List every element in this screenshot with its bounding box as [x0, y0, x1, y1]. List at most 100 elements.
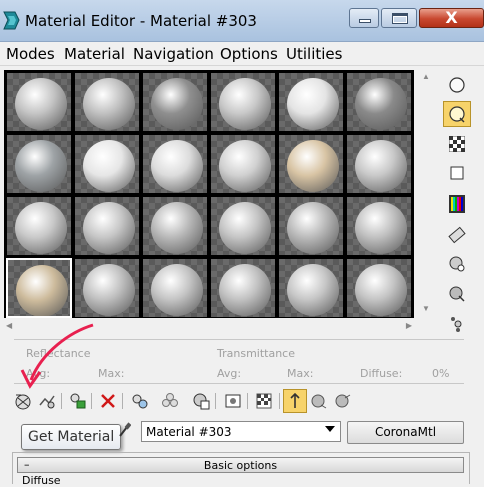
material-sphere — [16, 265, 68, 316]
backlight-button[interactable] — [443, 101, 471, 127]
material-sphere — [287, 264, 339, 316]
get-material-button[interactable] — [11, 389, 35, 413]
options-button[interactable] — [443, 251, 471, 277]
sample-slot[interactable] — [142, 258, 208, 318]
sphere-options-icon — [449, 256, 465, 272]
delete-x-icon — [101, 394, 115, 408]
sample-slot[interactable] — [346, 258, 412, 318]
material-name-field[interactable]: Material #303 — [141, 421, 341, 442]
put-to-library-button[interactable] — [158, 389, 182, 413]
material-type-button[interactable]: CoronaMtl — [347, 421, 464, 444]
video-color-check-button[interactable] — [443, 191, 471, 217]
sample-slot[interactable] — [210, 258, 276, 318]
material-sphere — [151, 140, 203, 192]
toolbar-separator — [279, 393, 280, 409]
material-sphere — [219, 264, 271, 316]
menu-options[interactable]: Options — [220, 45, 278, 63]
material-id-icon — [193, 393, 210, 410]
sample-slot[interactable] — [74, 196, 140, 256]
maximize-button[interactable] — [381, 8, 417, 28]
material-sphere — [83, 78, 135, 130]
scroll-down-arrow[interactable]: ▼ — [422, 304, 430, 313]
film-icon — [448, 226, 466, 244]
material-sphere — [355, 140, 407, 192]
material-effects-button[interactable] — [331, 389, 355, 413]
make-preview-button[interactable] — [443, 222, 471, 248]
uv-tiling-button[interactable] — [443, 160, 471, 186]
material-name-value: Material #303 — [146, 425, 232, 439]
window-title: Material Editor - Material #303 — [25, 12, 257, 30]
menu-bar: Modes Material Navigation Options Utilit… — [0, 42, 484, 66]
minimize-button[interactable] — [349, 8, 379, 28]
show-shaded-material-button[interactable] — [221, 389, 245, 413]
toolbar-separator — [215, 393, 216, 409]
sample-slot[interactable] — [278, 196, 344, 256]
material-sphere — [15, 78, 67, 130]
sample-slot[interactable] — [74, 72, 140, 132]
sample-slot[interactable] — [6, 258, 72, 318]
go-to-parent-button[interactable] — [283, 389, 307, 413]
sample-slot[interactable] — [142, 72, 208, 132]
sample-slot[interactable] — [278, 258, 344, 318]
select-material-icon — [449, 286, 465, 302]
close-icon: X — [445, 8, 458, 27]
scroll-up-arrow[interactable]: ▲ — [422, 72, 430, 81]
horizontal-scrollbar[interactable]: ◀ ▶ — [4, 320, 414, 334]
sphere-icon — [449, 77, 465, 93]
sample-slot[interactable] — [278, 72, 344, 132]
material-map-navigator-button[interactable] — [443, 311, 471, 337]
chevron-down-icon[interactable] — [325, 426, 335, 432]
get-material-icon — [15, 394, 31, 410]
show-end-result-button[interactable] — [252, 389, 276, 413]
sample-slot[interactable] — [210, 134, 276, 194]
sample-slot[interactable] — [74, 258, 140, 318]
put-to-library-icon — [162, 393, 178, 407]
menu-navigation[interactable]: Navigation — [133, 45, 214, 63]
material-sphere — [219, 202, 271, 254]
sample-slot[interactable] — [142, 196, 208, 256]
scroll-right-arrow[interactable]: ▶ — [406, 321, 412, 330]
menu-material[interactable]: Material — [64, 45, 125, 63]
material-sphere — [151, 202, 203, 254]
transmittance-max-label: Max: — [287, 367, 314, 380]
material-sphere — [287, 202, 339, 254]
show-in-viewport-icon — [225, 394, 241, 408]
make-unique-button[interactable] — [128, 389, 152, 413]
material-sphere — [287, 78, 339, 130]
put-material-to-scene-button[interactable] — [35, 389, 59, 413]
basic-options-rollout[interactable]: – Basic options — [17, 457, 464, 473]
assign-material-icon — [70, 393, 86, 409]
material-sphere — [355, 264, 407, 316]
sample-slot[interactable] — [74, 134, 140, 194]
reset-map-button[interactable] — [96, 389, 120, 413]
sample-slot[interactable] — [6, 134, 72, 194]
sample-slot[interactable] — [210, 72, 276, 132]
map-navigator-icon — [451, 317, 462, 332]
material-sphere — [83, 264, 135, 316]
sample-slot[interactable] — [6, 72, 72, 132]
color-bars-icon — [449, 195, 465, 213]
checker-small-icon — [256, 393, 272, 409]
sample-slot[interactable] — [346, 134, 412, 194]
background-button[interactable] — [443, 131, 471, 157]
sample-slot[interactable] — [346, 72, 412, 132]
toolbar-separator — [122, 393, 123, 409]
sample-slot[interactable] — [346, 196, 412, 256]
sample-slot[interactable] — [142, 134, 208, 194]
material-id-channel-button[interactable] — [189, 389, 213, 413]
go-forward-to-sibling-button[interactable] — [307, 389, 331, 413]
menu-utilities[interactable]: Utilities — [286, 45, 342, 63]
assign-material-button[interactable] — [66, 389, 90, 413]
material-sphere — [219, 140, 271, 192]
scroll-left-arrow[interactable]: ◀ — [6, 321, 12, 330]
sample-slot[interactable] — [6, 196, 72, 256]
sample-slot[interactable] — [210, 196, 276, 256]
select-by-material-button[interactable] — [443, 281, 471, 307]
close-button[interactable]: X — [419, 8, 484, 28]
transmittance-diffuse-value: 0% — [432, 367, 450, 380]
menu-modes[interactable]: Modes — [6, 45, 55, 63]
sample-slot[interactable] — [278, 134, 344, 194]
sample-type-button[interactable] — [443, 72, 471, 98]
eyedropper-icon[interactable] — [117, 422, 131, 438]
3dsmax-app-icon[interactable] — [3, 10, 20, 31]
